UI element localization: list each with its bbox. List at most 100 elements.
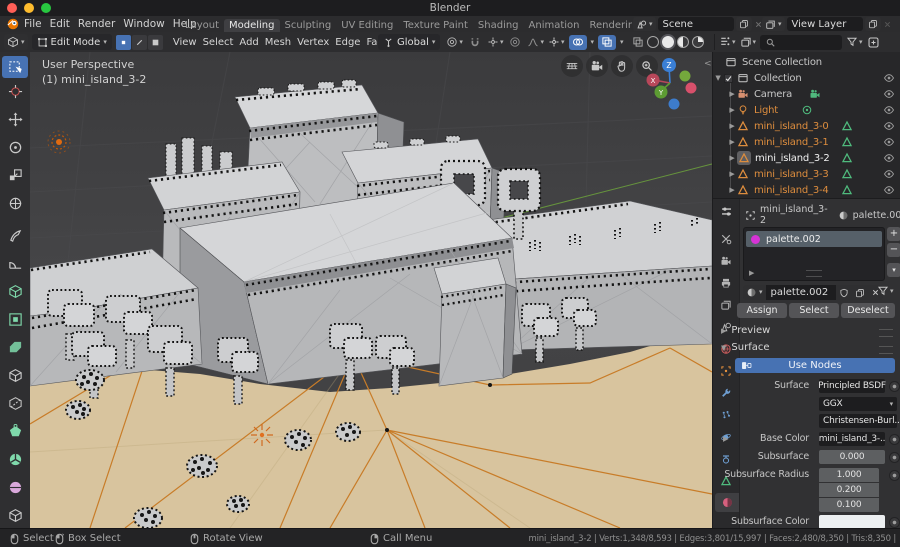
tab-texture-paint[interactable]: Texture Paint: [398, 19, 473, 32]
browse-material-button[interactable]: ▾: [743, 285, 766, 300]
tab-output[interactable]: [715, 273, 737, 292]
outliner-display-mode-dropdown[interactable]: ▾: [740, 36, 756, 48]
tool-loop-cut[interactable]: [2, 364, 28, 386]
transform-orientation-dropdown[interactable]: Global ▾: [378, 34, 441, 50]
outliner-row-mini-island-3-1[interactable]: ▶ mini_island_3-1: [713, 134, 900, 150]
view-layer-name-field[interactable]: View Layer: [786, 17, 863, 31]
snap-settings-dropdown[interactable]: ▾: [487, 36, 503, 48]
new-material-button[interactable]: [851, 285, 868, 300]
eye-icon[interactable]: [883, 72, 895, 84]
outliner-search-input[interactable]: [760, 34, 843, 50]
viewport-canvas[interactable]: User Perspective (1) mini_island_3-2 Z X…: [29, 51, 713, 529]
eye-icon[interactable]: [883, 136, 895, 148]
keyframe-dot[interactable]: [889, 381, 900, 392]
distribution-dropdown[interactable]: GGX ▾: [819, 397, 897, 411]
use-nodes-button[interactable]: Use Nodes: [735, 358, 895, 373]
menu-window[interactable]: Window: [119, 18, 168, 30]
list-resize-grip[interactable]: [806, 270, 822, 277]
tab-particles[interactable]: [715, 405, 737, 424]
pan-view-button[interactable]: [611, 55, 633, 77]
sidebar-toggle[interactable]: <: [704, 59, 712, 69]
xray-toggle[interactable]: [598, 34, 617, 50]
expand-icon[interactable]: ▶: [727, 170, 737, 178]
tab-sculpting[interactable]: Sculpting: [280, 19, 337, 32]
fake-user-button[interactable]: [835, 285, 852, 300]
tool-cursor[interactable]: [2, 80, 28, 102]
tool-transform[interactable]: [2, 192, 28, 214]
blender-logo-icon[interactable]: [6, 17, 20, 31]
outliner-row-mini-island-3-3[interactable]: ▶ mini_island_3-3: [713, 166, 900, 182]
mesh-block-front[interactable]: [433, 257, 517, 387]
tab-animation[interactable]: Animation: [524, 19, 585, 32]
outliner-row-collection[interactable]: ▼ Collection: [713, 70, 900, 86]
menu-file[interactable]: File: [20, 18, 46, 30]
editor-type-button[interactable]: ▾: [4, 34, 28, 50]
remove-material-slot-button[interactable]: −: [887, 243, 900, 257]
tool-measure[interactable]: [2, 252, 28, 274]
eye-icon[interactable]: [883, 184, 895, 196]
keyframe-dot[interactable]: [889, 452, 900, 463]
outliner-row-mini-island-3-0[interactable]: ▶ mini_island_3-0: [713, 118, 900, 134]
mode-dropdown[interactable]: Edit Mode ▾: [31, 34, 112, 50]
material-specials-button[interactable]: ▾: [887, 263, 900, 277]
tool-inset-faces[interactable]: [2, 308, 28, 330]
menu-render[interactable]: Render: [74, 18, 119, 30]
tool-select-box[interactable]: [2, 56, 28, 78]
outliner-row-mini-island-3-4[interactable]: ▶ mini_island_3-4: [713, 182, 900, 198]
tool-bevel[interactable]: [2, 336, 28, 358]
tool-spin[interactable]: [2, 448, 28, 470]
show-overlays-toggle[interactable]: [568, 34, 587, 50]
tab-tool[interactable]: [715, 229, 737, 248]
tool-annotate[interactable]: [2, 224, 28, 246]
assign-button[interactable]: Assign: [737, 303, 787, 318]
select-button[interactable]: Select: [789, 303, 839, 318]
tab-object[interactable]: [715, 361, 737, 380]
properties-editor-type-button[interactable]: [715, 202, 737, 221]
base-color-value[interactable]: mini_island_3-..: [819, 432, 885, 446]
tab-modeling[interactable]: Modeling: [224, 19, 280, 32]
tool-extrude-region[interactable]: [2, 280, 28, 302]
keyframe-dot[interactable]: [889, 517, 900, 528]
view-layer-new-button[interactable]: [864, 17, 881, 31]
menu-select[interactable]: Select: [203, 37, 234, 48]
tool-poly-build[interactable]: [2, 420, 28, 442]
proportional-editing-toggle[interactable]: [509, 36, 521, 48]
select-mode-face-button[interactable]: [147, 34, 163, 50]
outliner-row-light[interactable]: ▶ Light: [713, 102, 900, 118]
material-name-field[interactable]: palette.002: [765, 285, 836, 300]
shading-material-button[interactable]: [676, 36, 689, 48]
shading-rendered-button[interactable]: [691, 36, 704, 48]
view-layer-remove-icon[interactable]: [883, 20, 892, 29]
tool-rotate[interactable]: [2, 136, 28, 158]
snap-toggle[interactable]: [469, 36, 481, 48]
material-slot-list[interactable]: palette.002 ▶: [743, 227, 885, 281]
radius-value-1[interactable]: 0.200: [819, 483, 879, 497]
eye-icon[interactable]: [883, 104, 895, 116]
eye-icon[interactable]: [883, 152, 895, 164]
material-filter-dropdown[interactable]: ▾: [877, 285, 894, 297]
viewport-3d[interactable]: User Perspective (1) mini_island_3-2 Z X…: [29, 51, 713, 529]
toggle-ortho-button[interactable]: [561, 55, 583, 77]
outliner-row-camera[interactable]: ▶ Camera: [713, 86, 900, 102]
tool-move[interactable]: [2, 108, 28, 130]
radius-value-0[interactable]: 1.000: [819, 468, 879, 482]
tool-knife[interactable]: [2, 392, 28, 414]
expand-icon[interactable]: ▶: [727, 90, 737, 98]
menu-view[interactable]: View: [173, 37, 197, 48]
tool-scale[interactable]: [2, 164, 28, 186]
tab-shading[interactable]: Shading: [473, 19, 524, 32]
keyframe-dot[interactable]: [889, 434, 900, 445]
new-collection-icon[interactable]: [867, 36, 880, 49]
tool-smooth[interactable]: [2, 476, 28, 498]
tab-render[interactable]: [715, 251, 737, 270]
expand-icon[interactable]: ▶: [727, 106, 737, 114]
preview-panel-header[interactable]: ▶ Preview: [721, 325, 770, 336]
surface-shader-dropdown[interactable]: Principled BSDF: [818, 379, 886, 393]
outliner-filter-dropdown[interactable]: ▾: [846, 36, 863, 48]
pivot-point-dropdown[interactable]: ▾: [446, 36, 463, 48]
tab-rendering[interactable]: Rendering: [585, 19, 632, 32]
menu-add[interactable]: Add: [239, 37, 258, 48]
expand-icon[interactable]: ▶: [727, 122, 737, 130]
scene-new-button[interactable]: [735, 17, 752, 31]
scene-name-field[interactable]: Scene: [657, 17, 734, 31]
